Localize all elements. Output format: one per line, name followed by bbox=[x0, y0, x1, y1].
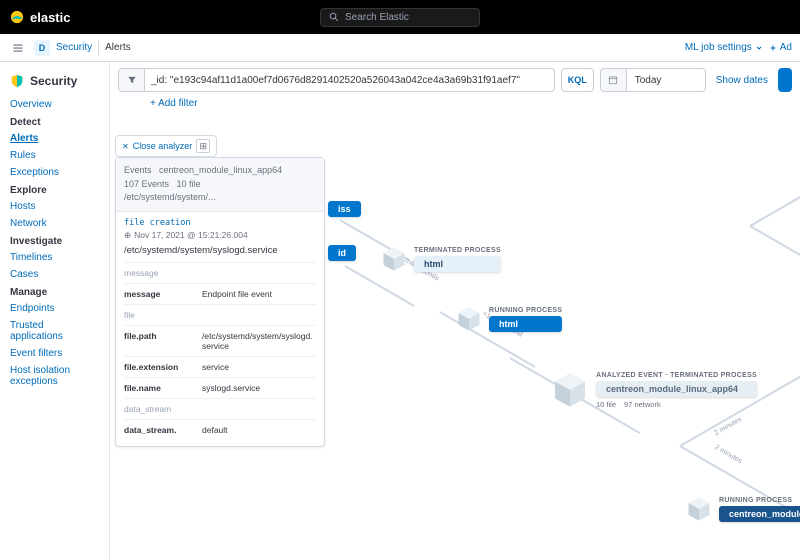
sidebar-title: Security bbox=[0, 70, 109, 96]
sidebar-item-trusted-apps[interactable]: Trusted applications bbox=[0, 317, 109, 345]
cube-icon bbox=[685, 495, 713, 523]
field-key: message bbox=[124, 289, 202, 299]
query-input[interactable]: _id: "e193c94af11d1a00ef7d0676d829140252… bbox=[144, 68, 555, 92]
panel-head-path: /etc/systemd/system/... bbox=[124, 191, 316, 205]
graph-node[interactable]: id bbox=[328, 245, 356, 261]
sidebar: Security Overview Detect Alerts Rules Ex… bbox=[0, 62, 110, 560]
panel-events-label: Events bbox=[124, 165, 152, 175]
event-timestamp: ⊕Nov 17, 2021 @ 15:21:26.004 bbox=[124, 230, 316, 241]
date-quick-picker[interactable] bbox=[600, 68, 626, 92]
elastic-logo-icon bbox=[10, 10, 24, 24]
graph-node[interactable]: TERMINATED PROCESShtml bbox=[380, 245, 501, 273]
breadcrumb-security[interactable]: Security bbox=[56, 42, 92, 53]
refresh-button[interactable] bbox=[778, 68, 792, 92]
resolver-graph[interactable]: 164 milliseconds <1 millisecond 2 minute… bbox=[110, 115, 800, 545]
edge-label: 2 minutes bbox=[713, 416, 743, 437]
cube-icon bbox=[380, 245, 408, 273]
nav-toggle[interactable] bbox=[8, 38, 28, 58]
sidebar-item-cases[interactable]: Cases bbox=[0, 266, 109, 283]
graph-node-analyzed[interactable]: ANALYZED EVENT · TERMINATED PROCESS cent… bbox=[550, 370, 757, 410]
graph-node[interactable]: RUNNING PROCESShtml bbox=[455, 305, 562, 333]
show-dates-link[interactable]: Show dates bbox=[712, 75, 772, 86]
brand-name: elastic bbox=[30, 10, 70, 25]
add-filter-link[interactable]: + Add filter bbox=[150, 98, 198, 109]
sidebar-section-investigate: Investigate bbox=[0, 232, 109, 249]
event-filepath: /etc/systemd/system/syslogd.service bbox=[124, 245, 316, 256]
event-kind: file creation bbox=[124, 218, 316, 228]
field-key: file.path bbox=[124, 331, 202, 351]
field-key: file.extension bbox=[124, 362, 202, 372]
field-value: service bbox=[202, 362, 316, 372]
security-app-icon bbox=[10, 74, 24, 88]
cube-icon bbox=[455, 305, 483, 333]
calendar-icon bbox=[608, 75, 618, 85]
sidebar-item-rules[interactable]: Rules bbox=[0, 147, 109, 164]
chevron-down-icon bbox=[755, 44, 763, 52]
date-range[interactable]: Today bbox=[626, 68, 706, 92]
global-search[interactable]: Search Elastic bbox=[320, 8, 480, 27]
sidebar-item-exceptions[interactable]: Exceptions bbox=[0, 164, 109, 181]
field-value: default bbox=[202, 425, 316, 435]
close-analyzer-button[interactable]: ✕ Close analyzer ⊞ bbox=[115, 135, 217, 157]
graph-node[interactable]: iss bbox=[328, 201, 361, 217]
sidebar-item-endpoints[interactable]: Endpoints bbox=[0, 300, 109, 317]
sidebar-section-manage: Manage bbox=[0, 283, 109, 300]
panel-process-name: centreon_module_linux_app64 bbox=[159, 165, 282, 175]
plus-icon bbox=[769, 44, 777, 52]
menu-icon bbox=[12, 42, 24, 54]
sidebar-item-event-filters[interactable]: Event filters bbox=[0, 345, 109, 362]
cube-icon bbox=[550, 370, 590, 410]
sidebar-item-hosts[interactable]: Hosts bbox=[0, 198, 109, 215]
sidebar-item-overview[interactable]: Overview bbox=[0, 96, 109, 113]
panel-event-count: 107 Events bbox=[124, 179, 169, 189]
dataview-picker[interactable] bbox=[118, 68, 144, 92]
breadcrumb-alerts[interactable]: Alerts bbox=[105, 42, 131, 53]
deployment-badge[interactable]: D bbox=[34, 40, 50, 56]
search-placeholder: Search Elastic bbox=[345, 12, 409, 23]
field-value: /etc/systemd/system/syslogd.service bbox=[202, 331, 316, 351]
sidebar-section-detect: Detect bbox=[0, 113, 109, 130]
sidebar-item-host-isolation[interactable]: Host isolation exceptions bbox=[0, 362, 109, 390]
field-key: data_stream. bbox=[124, 425, 202, 435]
node-stat-network[interactable]: 97 network bbox=[624, 400, 661, 409]
sidebar-item-network[interactable]: Network bbox=[0, 215, 109, 232]
query-language-toggle[interactable]: KQL bbox=[561, 68, 594, 92]
sidebar-item-alerts[interactable]: Alerts bbox=[0, 130, 109, 147]
field-key: file.name bbox=[124, 383, 202, 393]
brand-logo[interactable]: elastic bbox=[10, 10, 70, 25]
sidebar-section-explore: Explore bbox=[0, 181, 109, 198]
filter-icon bbox=[127, 75, 137, 85]
ml-job-settings-link[interactable]: ML job settings bbox=[685, 42, 763, 53]
sidebar-item-timelines[interactable]: Timelines bbox=[0, 249, 109, 266]
breadcrumb-separator bbox=[98, 41, 99, 55]
edge-label: 2 minutes bbox=[713, 444, 743, 465]
panel-bucket: 10 file bbox=[177, 179, 201, 189]
field-value: syslogd.service bbox=[202, 383, 316, 393]
field-value: Endpoint file event bbox=[202, 289, 316, 299]
node-stat-file[interactable]: 10 file bbox=[596, 400, 616, 409]
analyzer-settings-icon[interactable]: ⊞ bbox=[196, 139, 210, 153]
add-integrations-link[interactable]: Ad bbox=[769, 42, 792, 53]
graph-node[interactable]: RUNNING PROCESScentreon_module bbox=[685, 495, 800, 523]
search-icon bbox=[329, 12, 339, 22]
event-detail-panel: Events centreon_module_linux_app64 107 E… bbox=[115, 157, 325, 447]
